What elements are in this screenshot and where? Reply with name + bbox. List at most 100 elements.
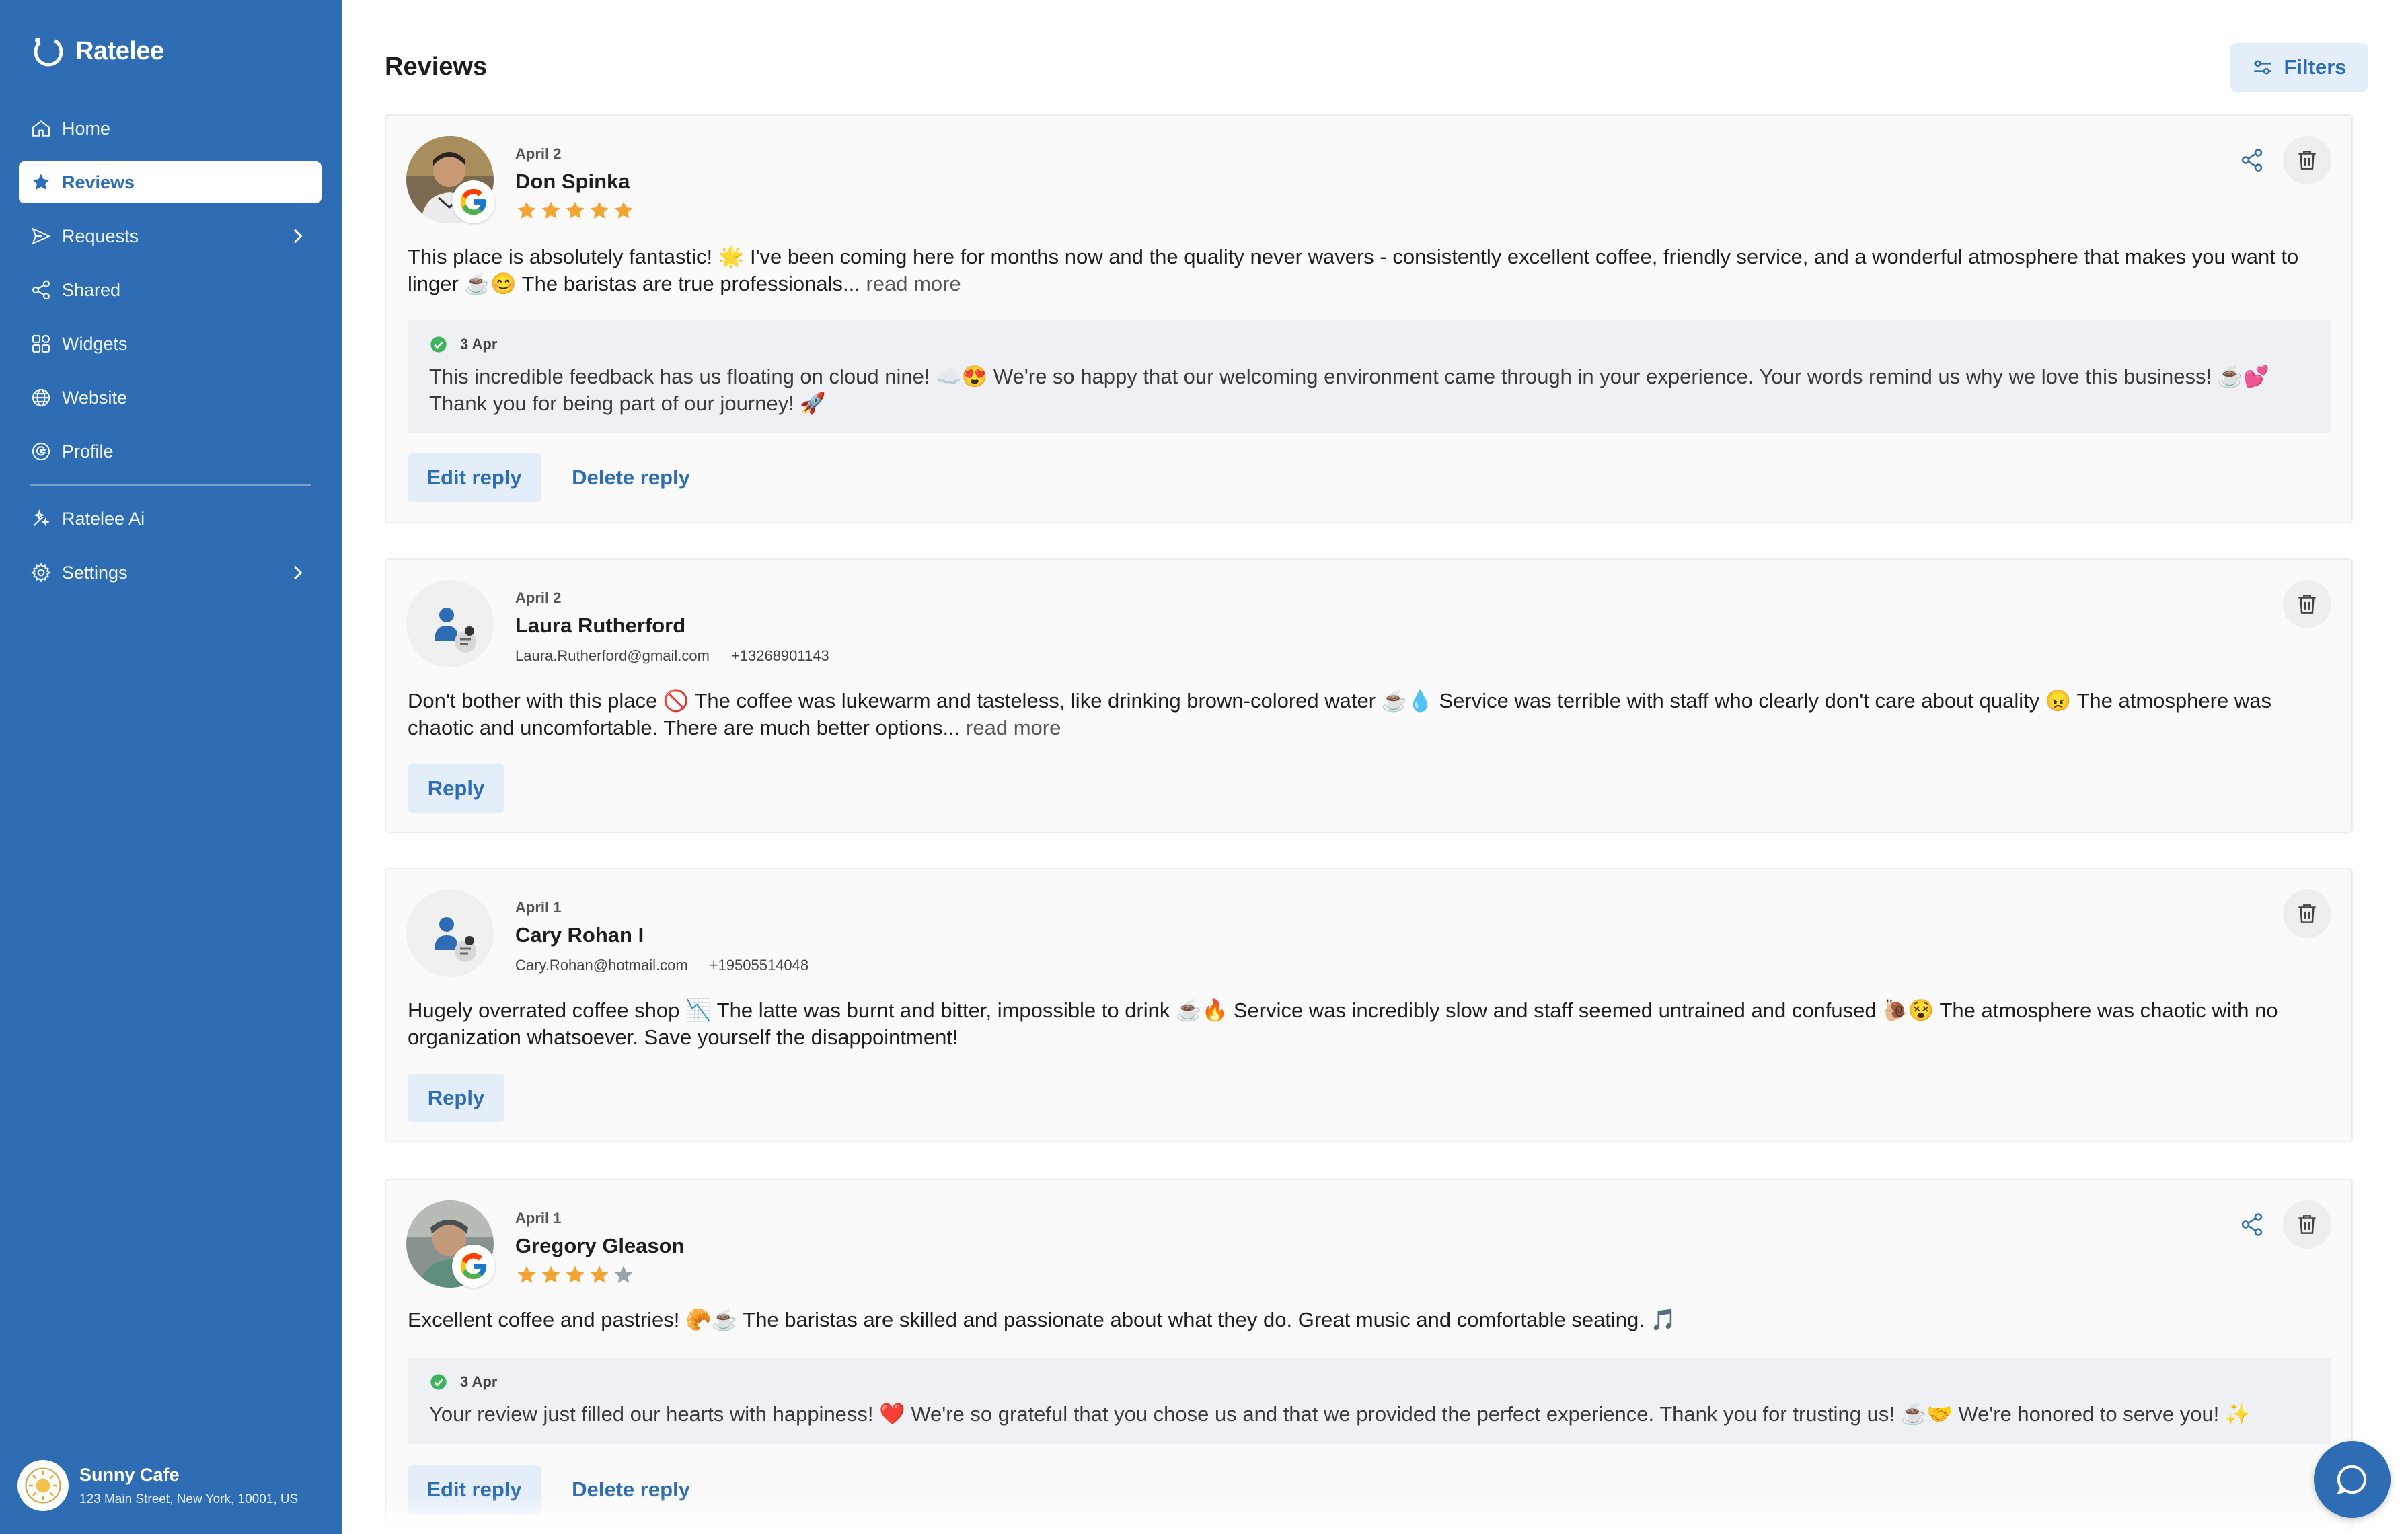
sidebar-item-widgets[interactable]: Widgets	[19, 323, 322, 365]
delete-review-button[interactable]	[2283, 1200, 2331, 1249]
share-button[interactable]	[2228, 1200, 2276, 1249]
owner-reply: 3 Apr Your review just filled our hearts…	[408, 1358, 2331, 1444]
widgets-icon	[30, 332, 52, 355]
star-rating	[515, 199, 636, 225]
star-filled-icon	[588, 1264, 612, 1290]
delete-reply-button[interactable]: Delete reply	[557, 453, 705, 502]
review-meta: April 2 Laura Rutherford Laura.Rutherfor…	[515, 589, 851, 665]
user-sms-icon	[435, 608, 476, 653]
chevron-right-icon	[293, 229, 303, 244]
reviewer-name: Laura Rutherford	[515, 614, 686, 637]
reviewer-avatar	[406, 889, 494, 977]
review-meta: April 1 Cary Rohan I Cary.Rohan@hotmail.…	[515, 899, 830, 974]
delete-reply-button[interactable]: Delete reply	[557, 1465, 705, 1514]
send-icon	[30, 225, 52, 248]
filters-button[interactable]: Filters	[2230, 43, 2368, 92]
reviewer-name: Gregory Gleason	[515, 1234, 685, 1257]
trash-icon	[2298, 151, 2316, 170]
app-name: Ratelee	[75, 36, 164, 65]
reply-text: Your review just filled our hearts with …	[429, 1402, 2251, 1426]
brand[interactable]: Ratelee	[30, 31, 164, 71]
sidebar-nav: Home Reviews Requests Shared Widgets Web…	[19, 108, 322, 606]
sidebar-item-label: Ratelee Ai	[62, 508, 145, 529]
sidebar: Ratelee Home Reviews Requests Shared Wid…	[0, 0, 342, 1534]
business-logo-icon	[17, 1460, 69, 1511]
reply-button[interactable]: Reply	[408, 1074, 504, 1122]
star-filled-icon	[539, 199, 564, 225]
reviewer-contact: Laura.Rutherford@gmail.com +13268901143	[515, 647, 851, 665]
sidebar-item-reviews[interactable]: Reviews	[19, 161, 322, 203]
check-circle-icon	[430, 336, 447, 353]
share-button[interactable]	[2228, 136, 2276, 184]
business-address: 123 Main Street, New York, 10001, US	[79, 1492, 299, 1506]
trash-icon	[2298, 1215, 2316, 1234]
review-text: Hugely overrated coffee shop 📉 The latte…	[408, 998, 2278, 1049]
review-date: April 2	[515, 145, 562, 162]
gear-icon	[30, 561, 52, 584]
sidebar-item-label: Home	[62, 118, 111, 139]
sidebar-item-settings[interactable]: Settings	[19, 552, 322, 593]
delete-review-button[interactable]	[2283, 580, 2331, 628]
star-filled-icon	[515, 199, 539, 225]
star-rating	[515, 1264, 685, 1290]
reviewer-email: Cary.Rohan@hotmail.com	[515, 957, 688, 974]
sidebar-item-profile[interactable]: Profile	[19, 431, 322, 472]
reply-date: 3 Apr	[429, 1373, 2310, 1391]
star-filled-icon	[612, 199, 636, 225]
user-sms-icon	[435, 917, 476, 962]
globe-icon	[30, 386, 52, 409]
google-badge-icon	[452, 180, 495, 223]
reviewer-name: Cary Rohan I	[515, 923, 644, 947]
review-card: April 2 Laura Rutherford Laura.Rutherfor…	[385, 558, 2353, 833]
reply-button[interactable]: Reply	[408, 764, 504, 813]
reviewer-phone: +13268901143	[730, 647, 829, 664]
chat-bubble-icon	[2337, 1465, 2367, 1495]
reviewer-email: Laura.Rutherford@gmail.com	[515, 647, 710, 664]
review-date: April 1	[515, 1210, 562, 1227]
reviewer-contact: Cary.Rohan@hotmail.com +19505514048	[515, 957, 830, 974]
nav-divider	[30, 484, 311, 486]
main-content: Reviews Filters April 2 Don Spinka This …	[342, 0, 2408, 1534]
sidebar-item-label: Website	[62, 387, 128, 408]
reviewer-avatar	[406, 580, 494, 667]
review-card: April 1 Gregory Gleason Excellent coffee…	[385, 1179, 2353, 1534]
sidebar-item-home[interactable]: Home	[19, 108, 322, 149]
filters-label: Filters	[2284, 55, 2347, 79]
share-icon	[2241, 149, 2263, 172]
home-icon	[30, 117, 52, 140]
review-text: Excellent coffee and pastries! 🥐☕ The ba…	[408, 1308, 1677, 1331]
chat-button[interactable]	[2314, 1441, 2391, 1518]
owner-reply: 3 Apr This incredible feedback has us fl…	[408, 320, 2331, 433]
delete-review-button[interactable]	[2283, 889, 2331, 938]
sidebar-item-label: Shared	[62, 279, 121, 300]
read-more-link[interactable]: read more	[866, 272, 961, 295]
share-icon	[30, 279, 52, 301]
review-text: This place is absolutely fantastic! 🌟 I'…	[408, 245, 2299, 295]
review-meta: April 1 Gregory Gleason	[515, 1210, 685, 1290]
sidebar-item-website[interactable]: Website	[19, 377, 322, 418]
sidebar-item-ratelee-ai[interactable]: Ratelee Ai	[19, 498, 322, 540]
delete-review-button[interactable]	[2283, 136, 2331, 184]
trash-icon	[2298, 904, 2316, 923]
business-switcher[interactable]: Sunny Cafe 123 Main Street, New York, 10…	[17, 1460, 298, 1511]
review-text: Don't bother with this place 🚫 The coffe…	[408, 689, 2271, 739]
sidebar-item-label: Profile	[62, 441, 114, 462]
star-filled-icon	[515, 1264, 539, 1290]
reviewer-name: Don Spinka	[515, 170, 630, 193]
share-icon	[2241, 1213, 2263, 1236]
edit-reply-button[interactable]: Edit reply	[408, 453, 541, 502]
page-title: Reviews	[385, 52, 488, 81]
read-more-link[interactable]: read more	[966, 716, 1061, 739]
edit-reply-button[interactable]: Edit reply	[408, 1465, 541, 1514]
review-card: April 2 Don Spinka This place is absolut…	[385, 114, 2353, 523]
review-date: April 1	[515, 899, 562, 916]
star-icon	[30, 171, 52, 194]
review-date: April 2	[515, 589, 562, 606]
sidebar-item-requests[interactable]: Requests	[19, 215, 322, 257]
review-meta: April 2 Don Spinka	[515, 145, 636, 225]
star-filled-icon	[588, 199, 612, 225]
business-name: Sunny Cafe	[79, 1464, 180, 1485]
sidebar-item-shared[interactable]: Shared	[19, 269, 322, 311]
check-circle-icon	[430, 1374, 447, 1390]
sidebar-item-label: Reviews	[62, 172, 135, 192]
